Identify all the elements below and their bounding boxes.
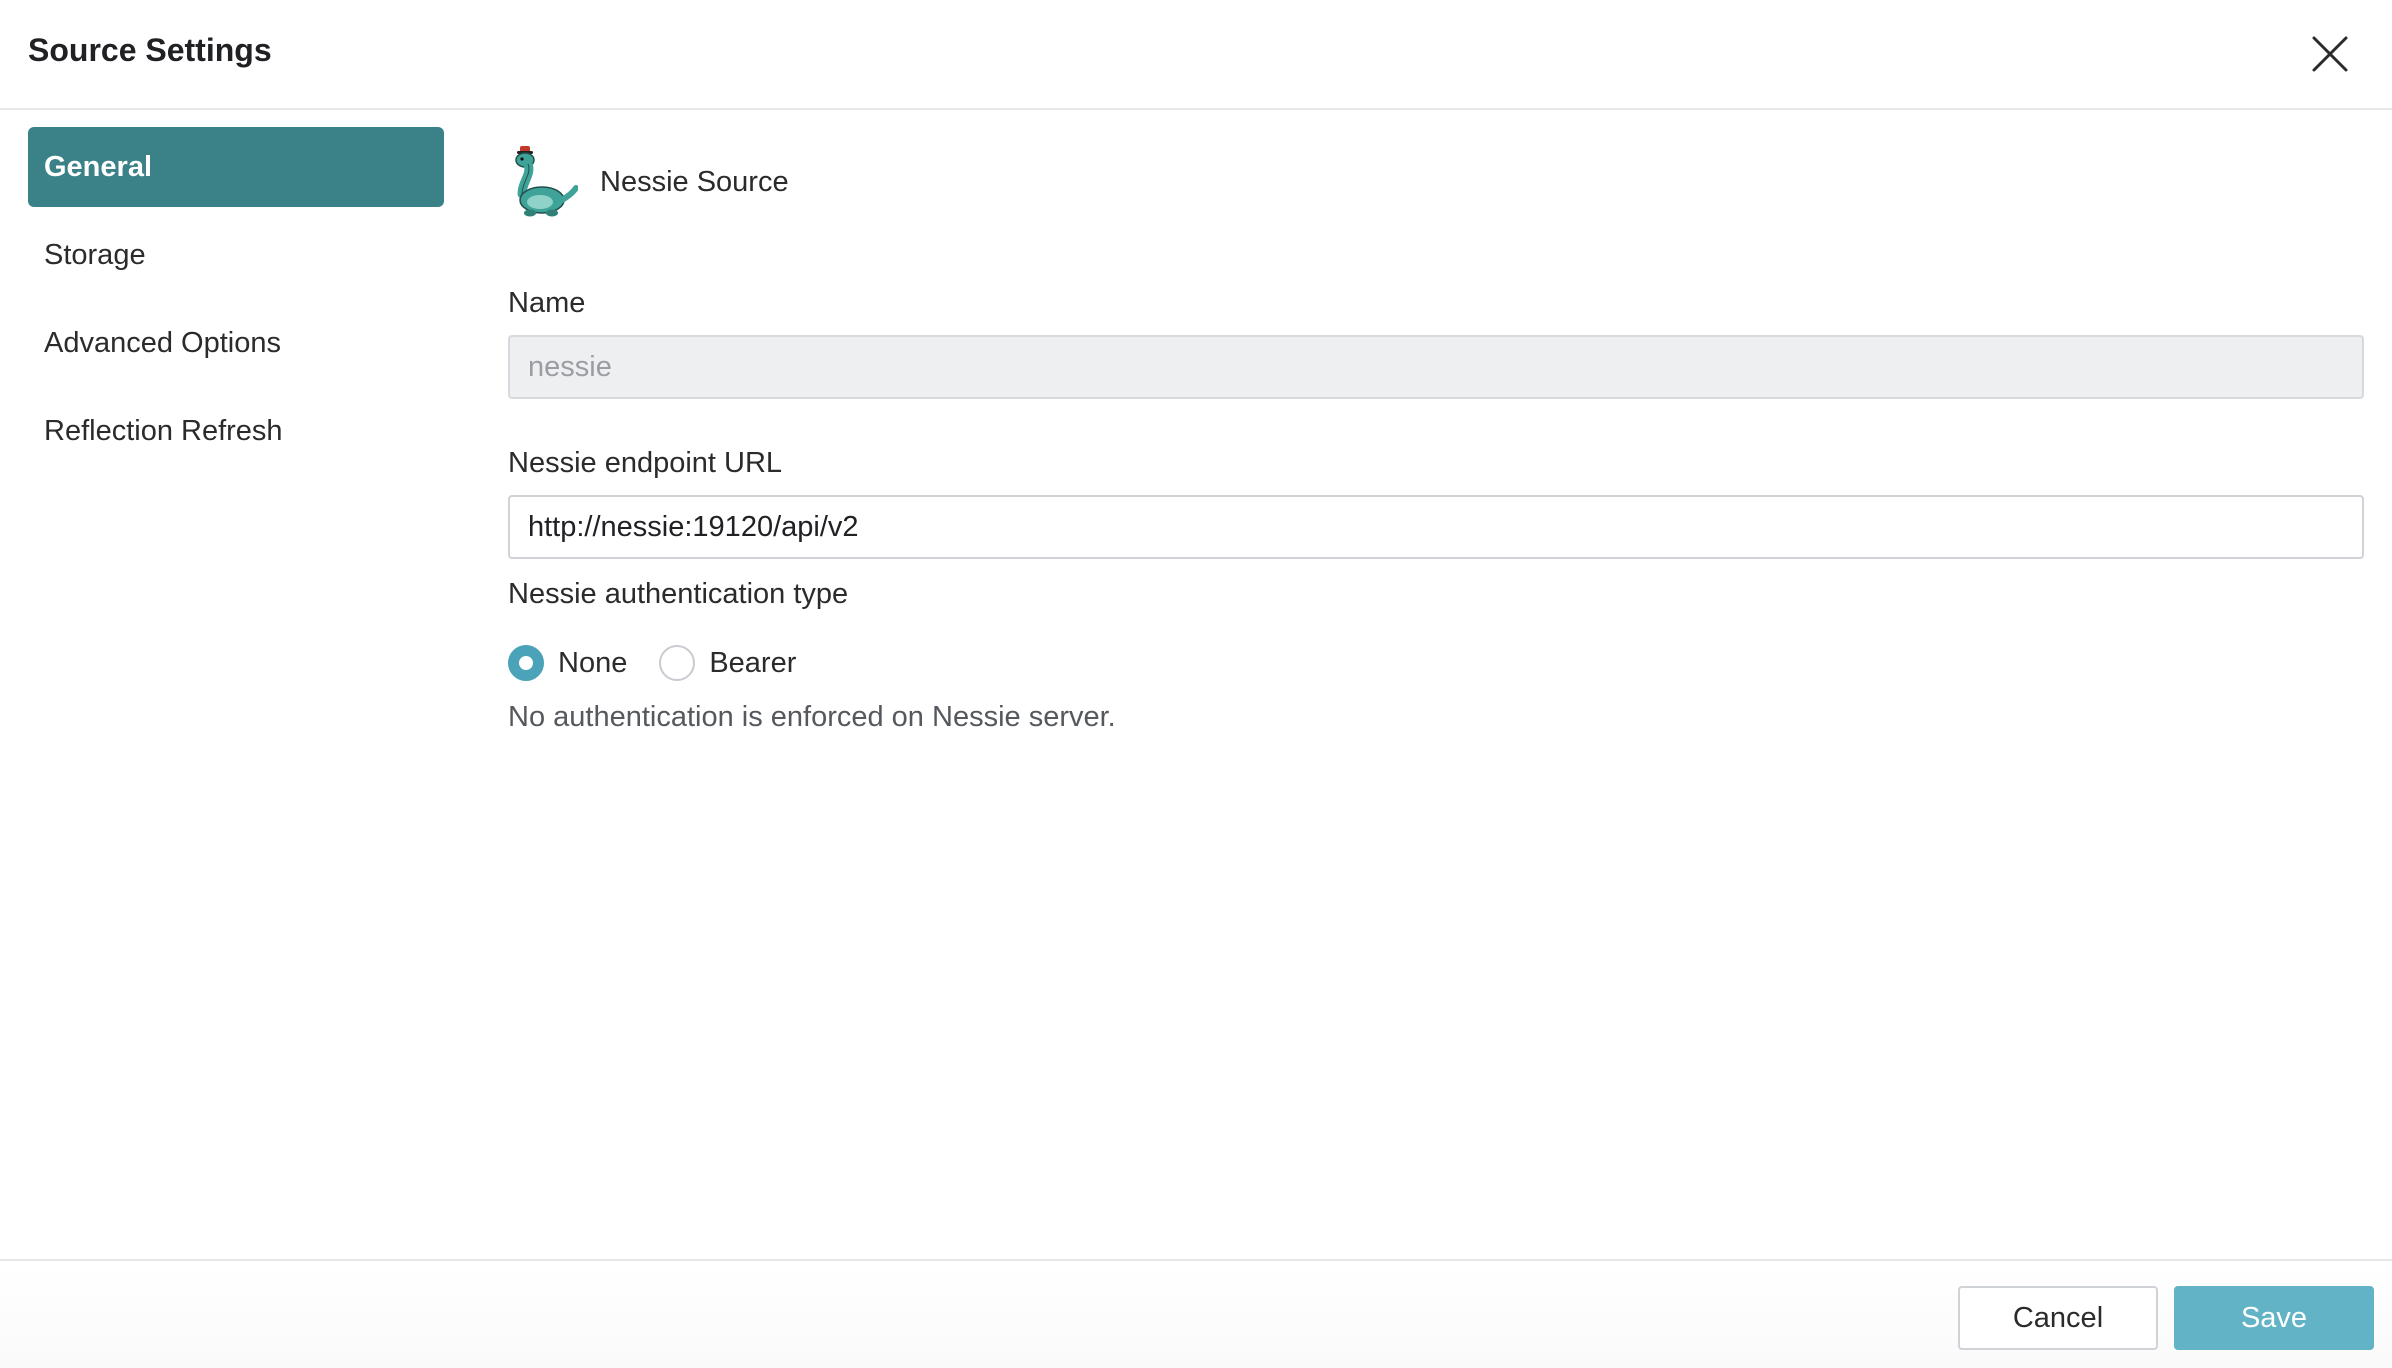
- close-icon[interactable]: [2306, 30, 2354, 78]
- dialog-header: Source Settings: [0, 0, 2392, 110]
- save-button[interactable]: Save: [2174, 1286, 2374, 1350]
- auth-none-radio[interactable]: [508, 645, 544, 681]
- sidebar-item-storage[interactable]: Storage: [28, 215, 444, 295]
- close-icon-graphic: [2312, 36, 2348, 72]
- settings-sidebar: General Storage Advanced Options Reflect…: [28, 127, 444, 479]
- nessie-icon: [515, 146, 578, 217]
- cancel-button[interactable]: Cancel: [1958, 1286, 2158, 1350]
- sidebar-item-advanced-options[interactable]: Advanced Options: [28, 303, 444, 383]
- auth-bearer-label[interactable]: Bearer: [709, 647, 796, 680]
- auth-help-text: No authentication is enforced on Nessie …: [508, 701, 1116, 733]
- sidebar-item-general[interactable]: General: [28, 127, 444, 207]
- source-settings-dialog: Source Settings General Storage Advanced…: [0, 0, 2392, 1368]
- auth-type-label: Nessie authentication type: [508, 578, 849, 610]
- dialog-title: Source Settings: [28, 32, 272, 68]
- endpoint-url-label: Nessie endpoint URL: [508, 447, 783, 479]
- source-type-header: Nessie Source: [508, 144, 789, 220]
- auth-bearer-radio[interactable]: [659, 645, 696, 681]
- auth-none-label[interactable]: None: [558, 647, 627, 680]
- auth-type-radio-group: None Bearer: [508, 643, 828, 683]
- sidebar-item-reflection-refresh[interactable]: Reflection Refresh: [28, 391, 444, 471]
- endpoint-url-input[interactable]: http://nessie:19120/api/v2: [508, 495, 2364, 559]
- name-field-label: Name: [508, 287, 586, 319]
- dialog-footer: Cancel Save: [0, 1259, 2392, 1368]
- name-field: nessie: [508, 335, 2364, 399]
- source-type-name: Nessie Source: [600, 165, 789, 198]
